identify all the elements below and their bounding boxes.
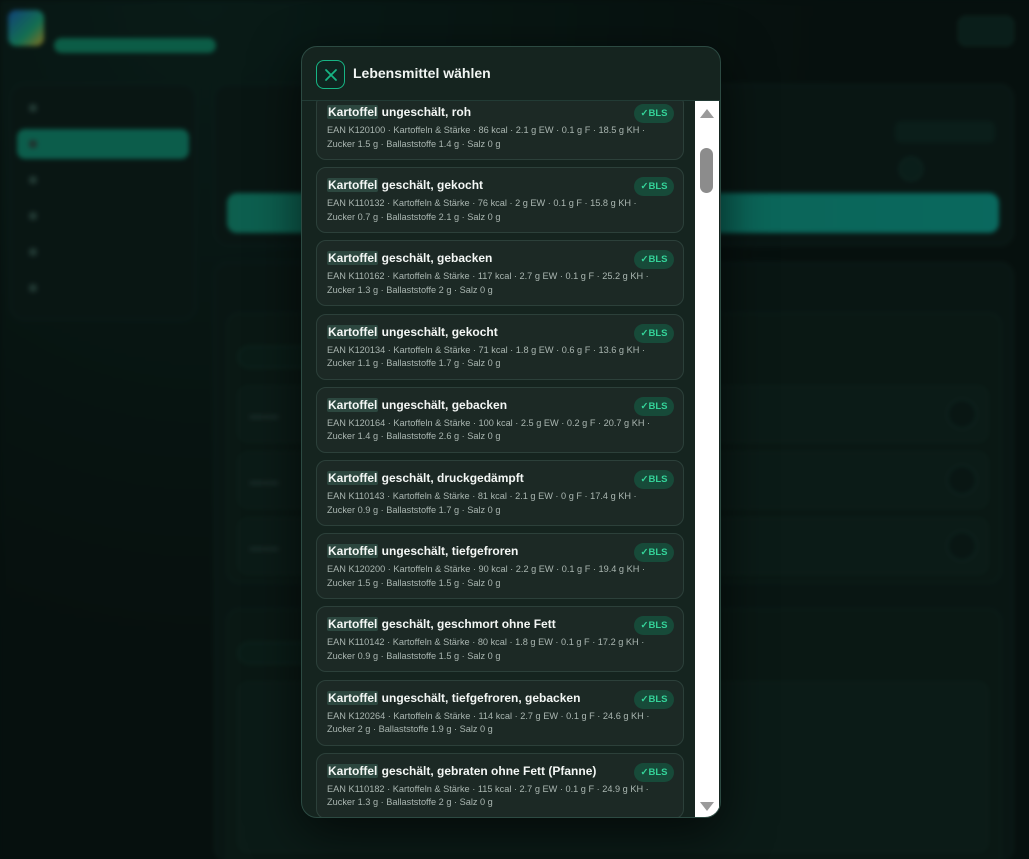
food-item[interactable]: Kartoffel geschält, gebacken EAN K110162 … — [316, 240, 684, 307]
modal-header: Lebensmittel wählen — [302, 47, 720, 101]
scroll-up-arrow-icon[interactable] — [700, 109, 714, 118]
food-item-nutrition: EAN K120100 · Kartoffeln & Stärke · 86 k… — [327, 125, 645, 149]
search-match-highlight: Kartoffel — [327, 324, 379, 339]
scrollbar-thumb[interactable] — [700, 148, 713, 193]
food-item-nutrition: EAN K110162 · Kartoffeln & Stärke · 117 … — [327, 271, 649, 295]
food-item-name-rest: geschält, gebraten ohne Fett (Pfanne) — [378, 763, 597, 778]
food-item-nutrition: EAN K110143 · Kartoffeln & Stärke · 81 k… — [327, 491, 637, 515]
food-item-name-rest: ungeschält, roh — [378, 105, 472, 119]
food-item[interactable]: Kartoffel geschält, druckgedämpft EAN K11… — [316, 460, 684, 526]
food-item-title: Kartoffel ungeschält, roh — [327, 105, 627, 119]
food-item-name-rest: geschält, geschmort ohne Fett — [378, 617, 556, 632]
food-item-name-rest: geschält, gekocht — [378, 178, 484, 193]
food-item-title: Kartoffel geschält, gekocht — [327, 178, 627, 193]
food-item-name-rest: geschält, druckgedämpft — [378, 471, 524, 485]
modal-title: Lebensmittel wählen — [353, 65, 491, 81]
bls-badge: ✓BLS — [634, 762, 674, 782]
scroll-down-arrow-icon[interactable] — [700, 802, 714, 811]
search-match-highlight: Kartoffel — [327, 544, 379, 559]
food-item-title: Kartoffel geschält, gebraten ohne Fett (… — [327, 763, 627, 778]
food-item-title: Kartoffel ungeschält, tiefgefroren, geba… — [327, 690, 627, 705]
bls-badge: ✓BLS — [634, 104, 674, 123]
food-item-title: Kartoffel geschält, druckgedämpft — [327, 471, 627, 485]
food-item-name-rest: ungeschält, tiefgefroren, gebacken — [378, 690, 581, 705]
search-match-highlight: Kartoffel — [327, 763, 379, 778]
food-item-title: Kartoffel ungeschält, gebacken — [327, 397, 627, 412]
food-item-nutrition: EAN K110132 · Kartoffeln & Stärke · 76 k… — [327, 198, 637, 222]
food-item[interactable]: Kartoffel ungeschält, tiefgefroren, geba… — [316, 679, 684, 746]
food-item-name-rest: ungeschält, tiefgefroren — [378, 544, 519, 559]
bls-badge: ✓BLS — [634, 689, 674, 709]
scrollbar[interactable] — [695, 101, 719, 817]
bls-badge: ✓BLS — [634, 543, 674, 563]
food-item-name-rest: ungeschält, gekocht — [378, 324, 498, 339]
search-match-highlight: Kartoffel — [327, 397, 379, 412]
search-match-highlight: Kartoffel — [327, 471, 379, 485]
close-x-icon — [325, 69, 337, 81]
food-item-name-rest: geschält, gebacken — [378, 251, 493, 266]
food-item[interactable]: Kartoffel geschält, gekocht EAN K110132 ·… — [316, 167, 684, 234]
bls-badge: ✓BLS — [634, 396, 674, 416]
food-item-title: Kartoffel ungeschält, gekocht — [327, 324, 627, 339]
bls-badge: ✓BLS — [634, 470, 674, 489]
food-picker-modal: Lebensmittel wählen Kartoffel ungeschält… — [301, 46, 721, 818]
food-item[interactable]: Kartoffel geschält, gebraten ohne Fett (… — [316, 752, 684, 817]
food-item-nutrition: EAN K110182 · Kartoffeln & Stärke · 115 … — [327, 783, 649, 808]
bls-badge: ✓BLS — [634, 616, 674, 636]
search-match-highlight: Kartoffel — [327, 178, 379, 193]
food-list[interactable]: Kartoffel ungeschält, roh EAN K120100 · K… — [302, 101, 697, 817]
food-item-nutrition: EAN K120164 · Kartoffeln & Stärke · 100 … — [327, 417, 651, 442]
food-item[interactable]: Kartoffel ungeschält, gebacken EAN K12016… — [316, 386, 684, 453]
search-match-highlight: Kartoffel — [327, 617, 379, 632]
bls-badge: ✓BLS — [634, 177, 674, 197]
food-item[interactable]: Kartoffel ungeschält, roh EAN K120100 · K… — [316, 101, 684, 160]
food-item-title: Kartoffel ungeschält, tiefgefroren — [327, 544, 627, 559]
food-item-nutrition: EAN K110142 · Kartoffeln & Stärke · 80 k… — [327, 637, 645, 661]
bls-badge: ✓BLS — [634, 250, 674, 270]
food-item[interactable]: Kartoffel ungeschält, gekocht EAN K120134… — [316, 313, 684, 380]
search-match-highlight: Kartoffel — [327, 690, 379, 705]
food-item-title: Kartoffel geschält, gebacken — [327, 251, 627, 266]
food-item-nutrition: EAN K120264 · Kartoffeln & Stärke · 114 … — [327, 710, 650, 735]
food-item-title: Kartoffel geschält, geschmort ohne Fett — [327, 617, 627, 632]
bls-badge: ✓BLS — [634, 323, 674, 343]
search-match-highlight: Kartoffel — [327, 105, 379, 119]
food-item[interactable]: Kartoffel geschält, geschmort ohne Fett E… — [316, 606, 684, 673]
search-match-highlight: Kartoffel — [327, 251, 379, 266]
food-item-nutrition: EAN K120200 · Kartoffeln & Stärke · 90 k… — [327, 564, 645, 588]
food-item[interactable]: Kartoffel ungeschält, tiefgefroren EAN K1… — [316, 533, 684, 600]
food-item-nutrition: EAN K120134 · Kartoffeln & Stärke · 71 k… — [327, 344, 645, 369]
food-item-name-rest: ungeschält, gebacken — [378, 397, 508, 412]
close-button[interactable] — [316, 60, 345, 89]
